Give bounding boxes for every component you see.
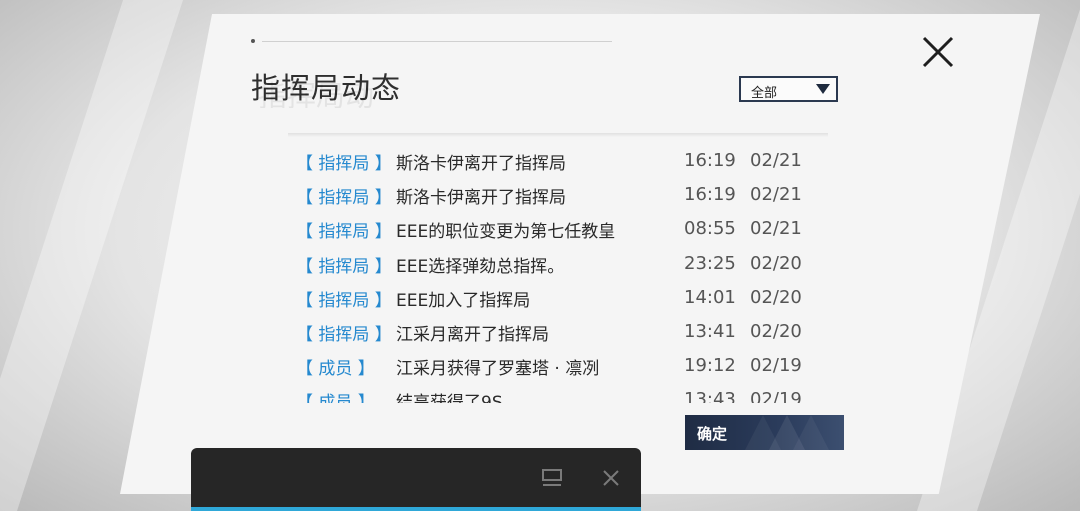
entry-date: 02/21 xyxy=(750,150,802,171)
entry-message: EEE的职位变更为第七任教皇 xyxy=(396,222,616,243)
entry-tag: 【 指挥局 】 xyxy=(296,154,392,174)
entry-message: EEE选择弹劾总指挥。 xyxy=(396,256,565,277)
list-item: 【 指挥局 】斯洛卡伊离开了指挥局 16:19 02/21 xyxy=(288,144,828,178)
list-item: 【 成员 】江采月获得了罗塞塔 · 凛冽 19:12 02/19 xyxy=(288,349,828,383)
header-dot xyxy=(251,39,255,43)
entry-date: 02/20 xyxy=(750,252,802,274)
close-button[interactable] xyxy=(918,32,958,72)
list-item: 【 指挥局 】 EEE加入了指挥局 14:01 02/20 xyxy=(288,281,828,315)
entry-tag: 【 成员 】 xyxy=(296,388,375,403)
entry-time: 16:19 xyxy=(684,150,736,171)
close-icon xyxy=(922,36,954,68)
triangle-down-icon xyxy=(816,84,830,94)
entry-time: 14:01 xyxy=(684,286,736,308)
minimize-icon xyxy=(542,469,562,486)
entry-tag: 【 指挥局 】 xyxy=(296,325,392,345)
entry-time: 19:12 xyxy=(684,355,736,377)
entry-message: EEE加入了指挥局 xyxy=(396,290,531,311)
entry-time: 13:41 xyxy=(684,321,736,342)
window-accent-line xyxy=(191,507,641,511)
close-icon xyxy=(603,470,619,486)
entry-time: 08:55 xyxy=(684,218,736,240)
entry-time: 23:25 xyxy=(684,252,736,274)
entry-message: 结高获得了9S xyxy=(396,388,503,403)
activity-list[interactable]: 【 指挥局 】斯洛卡伊离开了指挥局 16:19 02/21 【 指挥局 】斯洛卡伊离开… xyxy=(288,133,828,403)
entry-date: 02/21 xyxy=(750,218,802,240)
entry-date: 02/19 xyxy=(750,389,802,403)
dialog-title-shadow: 指挥局动态 xyxy=(258,79,375,108)
list-item: 【 指挥局 】 EEE的职位变更为第七任教皇 08:55 02/21 xyxy=(288,212,828,246)
header-divider xyxy=(262,41,612,42)
entry-tag: 【 指挥局 】 xyxy=(296,188,392,209)
filter-dropdown[interactable]: 全部 xyxy=(739,76,838,102)
confirm-button[interactable]: 确定 xyxy=(685,415,844,450)
confirm-button-label: 确定 xyxy=(697,425,728,443)
entry-tag: 【 成员 】 xyxy=(296,359,375,380)
entry-tag: 【 指挥局 】 xyxy=(296,290,392,311)
entry-date: 02/21 xyxy=(750,184,802,206)
entry-tag: 【 指挥局 】 xyxy=(296,222,392,243)
entry-date: 02/19 xyxy=(750,355,802,377)
entry-message: 江采月离开了指挥局 xyxy=(396,325,549,345)
list-item: 【 指挥局 】 EEE选择弹劾总指挥。 23:25 02/20 xyxy=(288,247,828,281)
minimize-button[interactable] xyxy=(541,468,563,488)
list-item: 【 指挥局 】斯洛卡伊离开了指挥局 16:19 02/21 xyxy=(288,178,828,212)
window-close-button[interactable] xyxy=(602,469,620,487)
entry-message: 斯洛卡伊离开了指挥局 xyxy=(396,188,566,209)
entry-message: 斯洛卡伊离开了指挥局 xyxy=(396,154,566,174)
list-item: 【 成员 】 结高获得了9S 13:43 02/19 xyxy=(288,383,828,403)
entry-date: 02/20 xyxy=(750,321,802,342)
entry-date: 02/20 xyxy=(750,286,802,308)
entry-time: 13:43 xyxy=(684,389,736,403)
floating-window-bar xyxy=(191,448,641,511)
filter-selected-value: 全部 xyxy=(751,86,778,101)
entry-time: 16:19 xyxy=(684,184,736,206)
entry-message: 江采月获得了罗塞塔 · 凛冽 xyxy=(396,359,600,380)
entry-tag: 【 指挥局 】 xyxy=(296,256,392,277)
list-item: 【 指挥局 】江采月离开了指挥局 13:41 02/20 xyxy=(288,315,828,349)
